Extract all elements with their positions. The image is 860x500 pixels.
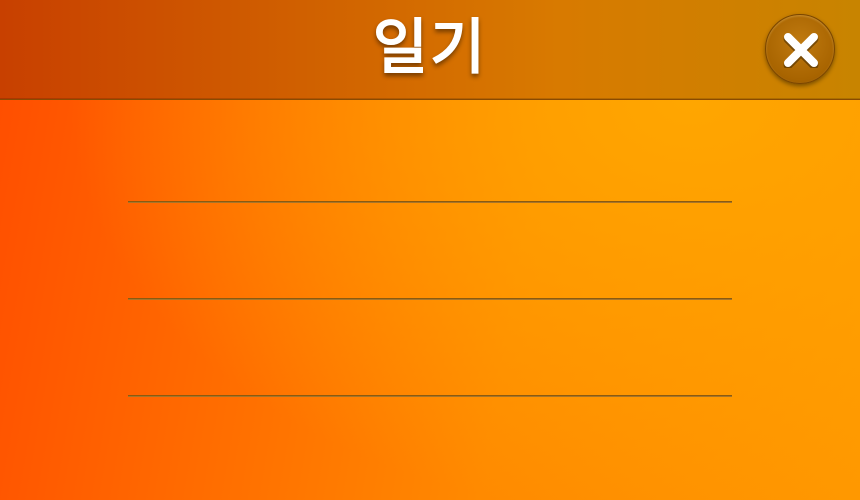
close-button[interactable]	[765, 14, 835, 84]
entry-line-1[interactable]	[128, 201, 732, 203]
entry-line-2[interactable]	[128, 298, 732, 300]
title-bar: 일기	[0, 0, 860, 100]
close-icon	[783, 33, 819, 68]
entry-line-3[interactable]	[128, 395, 732, 397]
page-title: 일기	[372, 13, 488, 83]
